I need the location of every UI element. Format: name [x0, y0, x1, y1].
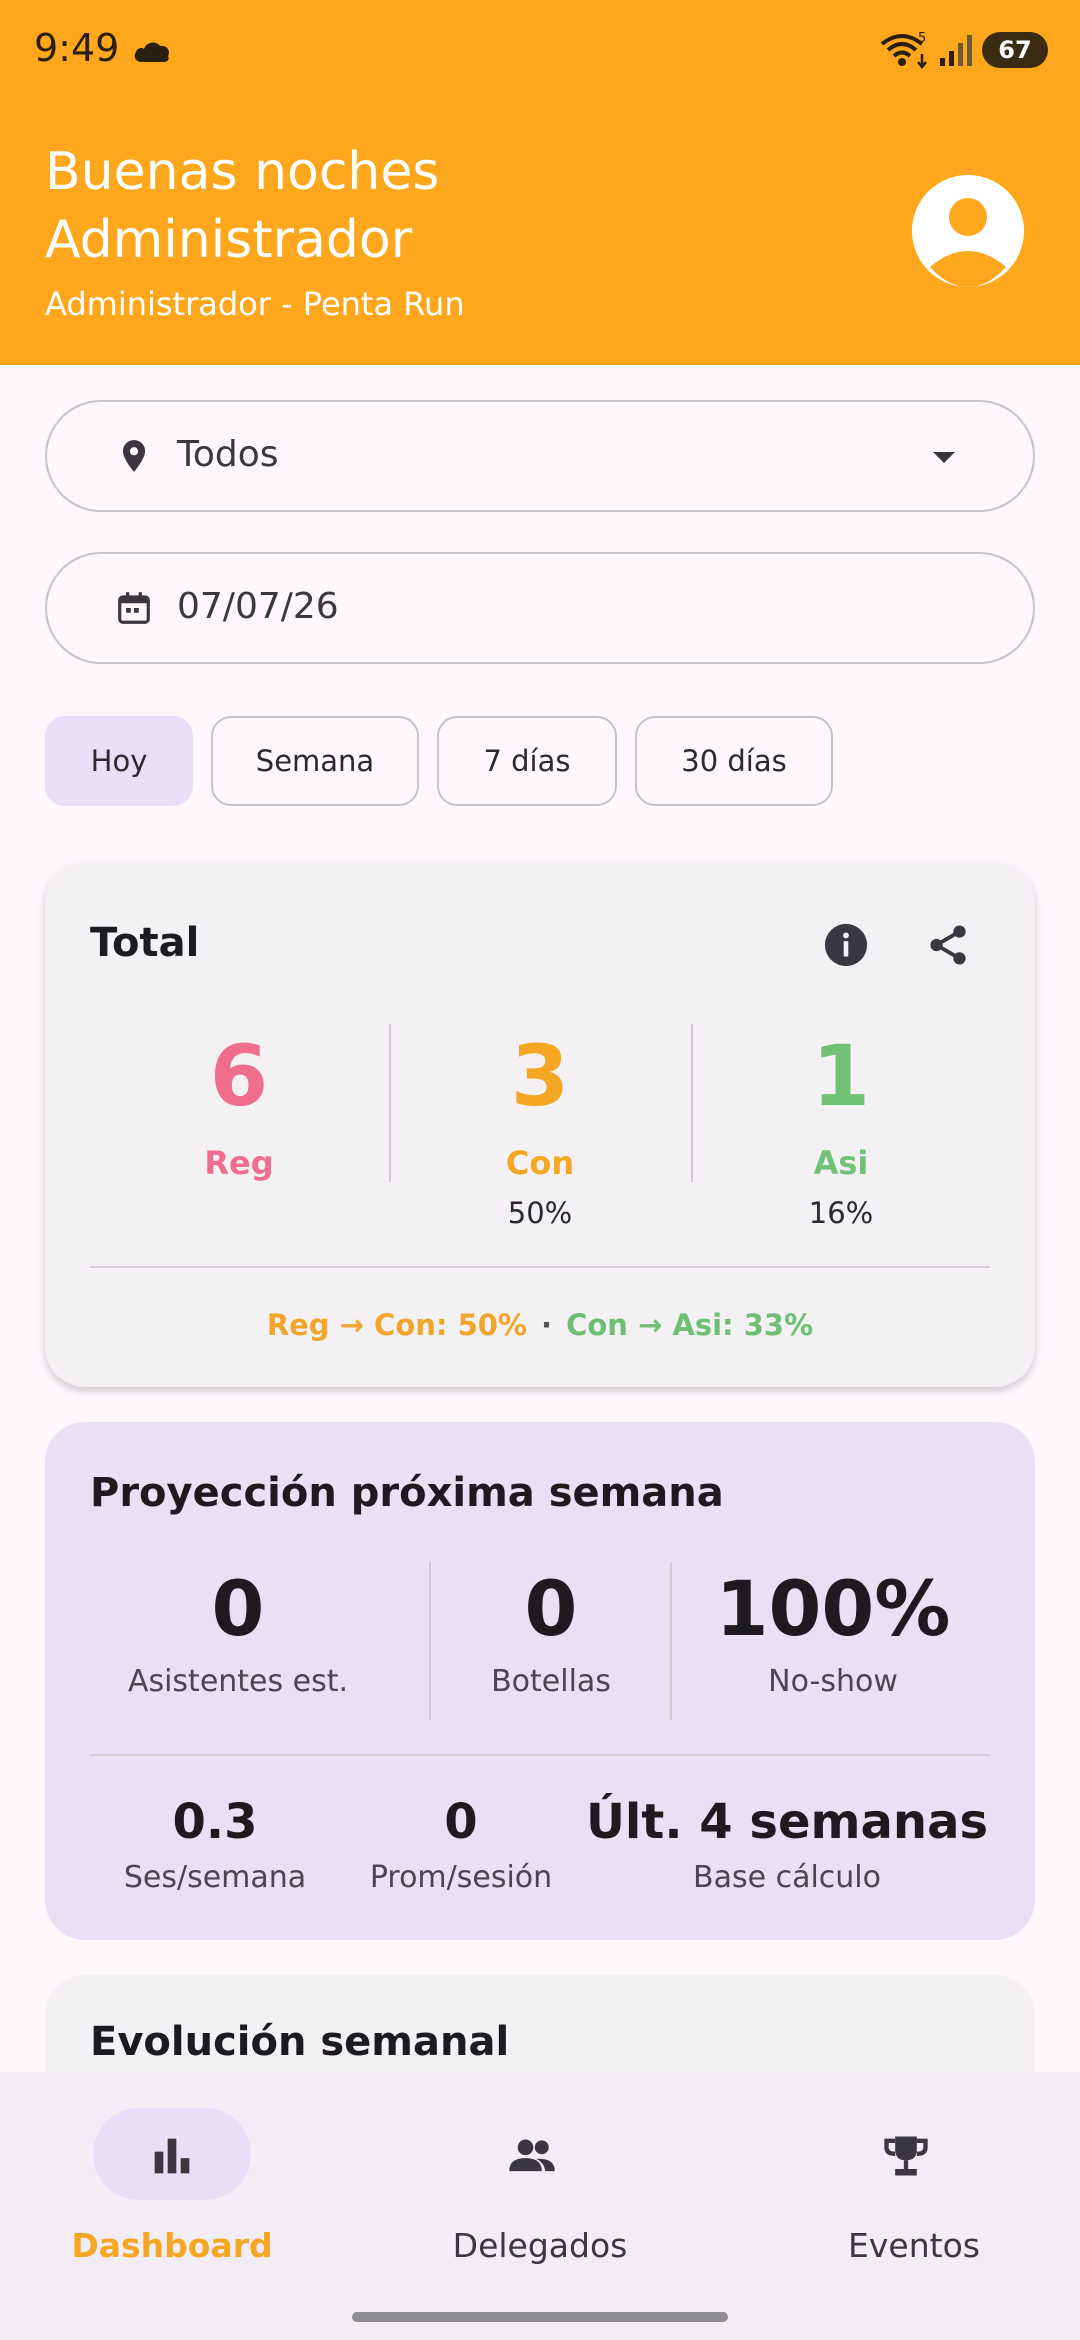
sessions-per-week: 0.3: [172, 1794, 258, 1850]
divider: [389, 1024, 391, 1182]
greeting-line1: Buenas noches: [45, 142, 440, 202]
cloud-icon: [134, 42, 170, 62]
nav-dashboard[interactable]: Dashboard: [0, 2072, 360, 2272]
divider: [691, 1024, 693, 1182]
signal-icon: [940, 35, 972, 66]
evolution-title: Evolución semanal: [90, 2019, 510, 2065]
greeting-line2: Administrador: [45, 210, 413, 270]
bottles-estimate: 0: [524, 1564, 578, 1653]
asi-count: 1: [811, 1027, 871, 1125]
total-card: Total 6 Reg 3 Con 50% 1 Asi 16% Reg → Co…: [45, 862, 1035, 1387]
bottles-label: Botellas: [491, 1664, 611, 1699]
info-icon[interactable]: [823, 922, 869, 968]
status-time: 9:49: [34, 26, 120, 70]
asi-label: Asi: [813, 1144, 869, 1182]
people-icon: [509, 2139, 555, 2172]
nav-delegados[interactable]: Delegados: [360, 2072, 720, 2272]
location-pin-icon: [122, 440, 146, 472]
calculation-base-label: Base cálculo: [693, 1860, 881, 1895]
conversion-con-asi: Con → Asi: 33%: [566, 1308, 814, 1342]
home-indicator[interactable]: [352, 2312, 728, 2322]
total-title: Total: [90, 920, 200, 966]
date-field[interactable]: 07/07/26: [45, 552, 1035, 664]
con-count: 3: [510, 1027, 570, 1125]
conversion-separator: ·: [541, 1308, 553, 1342]
chip-today[interactable]: Hoy: [45, 716, 193, 806]
profile-avatar[interactable]: [912, 175, 1024, 287]
con-label: Con: [505, 1144, 575, 1182]
battery-indicator: 67: [982, 32, 1048, 68]
account-icon: [912, 175, 1024, 287]
nav-eventos-label: Eventos: [848, 2226, 980, 2265]
conversion-reg-con: Reg → Con: 50%: [266, 1308, 528, 1342]
date-value: 07/07/26: [177, 586, 339, 627]
chip-7-days[interactable]: 7 días: [437, 716, 617, 806]
bar-chart-icon: [154, 2138, 190, 2174]
no-show-rate: 100%: [715, 1564, 951, 1653]
nav-dashboard-label: Dashboard: [71, 2226, 273, 2265]
status-bar: 9:49 5 67: [0, 0, 1080, 100]
user-role: Administrador - Penta Run: [45, 285, 465, 323]
attendees-estimate-label: Asistentes est.: [127, 1664, 349, 1699]
chevron-down-icon: [933, 452, 955, 463]
svg-text:5: 5: [918, 31, 926, 46]
no-show-label: No-show: [768, 1664, 898, 1699]
reg-label: Reg: [204, 1144, 274, 1182]
sessions-per-week-label: Ses/semana: [123, 1860, 307, 1895]
projection-title: Proyección próxima semana: [90, 1470, 724, 1516]
share-icon[interactable]: [925, 922, 971, 968]
projection-card: Proyección próxima semana 0 Asistentes e…: [45, 1422, 1035, 1940]
reg-count: 6: [209, 1027, 269, 1125]
avg-per-session: 0: [444, 1794, 478, 1850]
conversion-summary: Reg → Con: 50% · Con → Asi: 33%: [45, 1308, 1035, 1342]
chip-30-days[interactable]: 30 días: [635, 716, 833, 806]
app-header: 9:49 5 67 Buenas noches Administrador Ad…: [0, 0, 1080, 365]
wifi-icon: 5: [880, 31, 927, 70]
avg-per-session-label: Prom/sesión: [369, 1860, 553, 1895]
con-percent: 50%: [507, 1196, 573, 1230]
divider: [90, 1266, 990, 1268]
bottom-navigation: Dashboard Delegados Eventos: [0, 2072, 1080, 2340]
asi-percent: 16%: [808, 1196, 874, 1230]
greeting: Buenas noches Administrador: [45, 138, 439, 274]
trophy-icon: [884, 2136, 928, 2176]
chip-week[interactable]: Semana: [211, 716, 419, 806]
nav-eventos[interactable]: Eventos: [720, 2072, 1080, 2272]
attendees-estimate: 0: [211, 1564, 265, 1653]
nav-delegados-label: Delegados: [452, 2226, 628, 2265]
calendar-icon: [118, 592, 150, 624]
divider: [90, 1754, 990, 1756]
location-dropdown[interactable]: Todos: [45, 400, 1035, 512]
calculation-base: Últ. 4 semanas: [585, 1794, 989, 1850]
location-value: Todos: [177, 434, 279, 475]
